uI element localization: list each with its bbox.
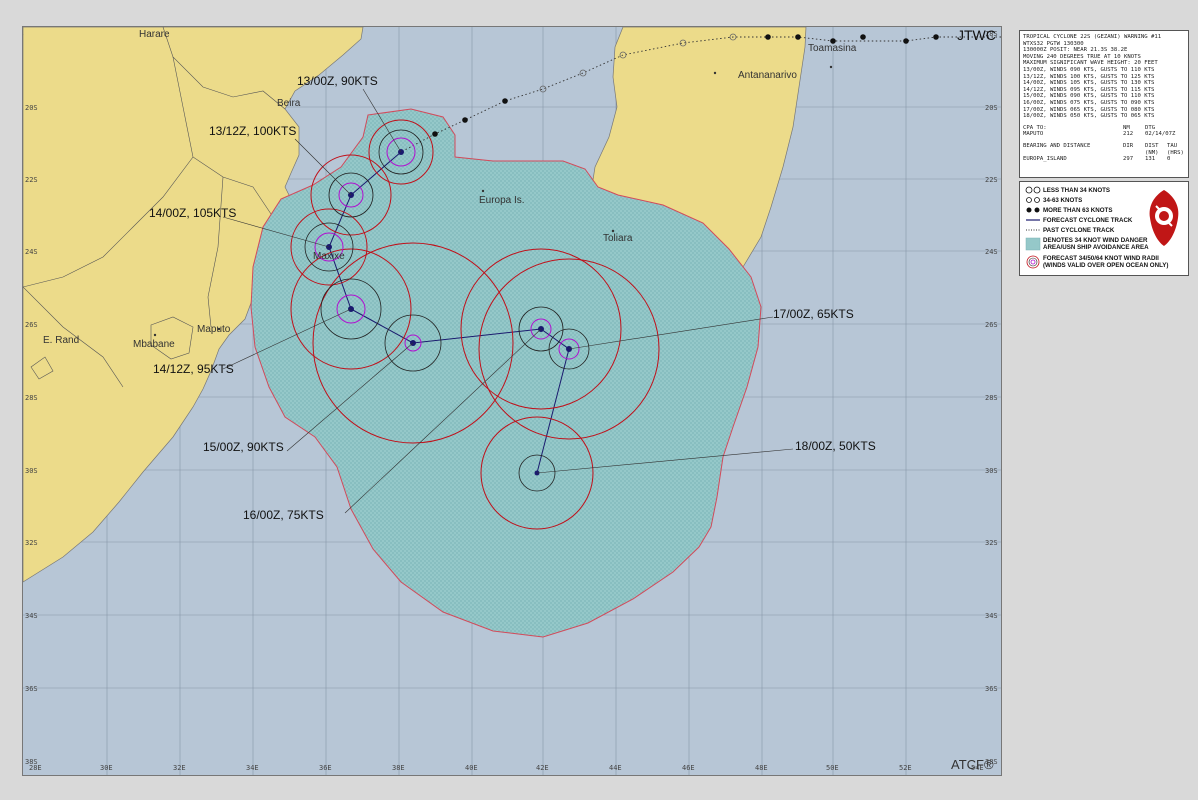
svg-text:50E: 50E [826,764,839,772]
svg-text:38E: 38E [392,764,405,772]
place-maxixe: Maxixe [313,251,345,262]
svg-text:26S: 26S [985,321,998,329]
info-line: TROPICAL CYCLONE 22S (GEZANI) WARNING #1… [1023,34,1162,40]
svg-text:38S: 38S [25,758,38,766]
svg-text:52E: 52E [899,764,912,772]
place-toliara: Toliara [603,233,633,244]
lon-axis-labels: 28E 30E 32E 34E 36E 38E 40E 42E 44E 46E … [29,764,984,772]
svg-text:32S: 32S [985,539,998,547]
svg-text:22S: 22S [985,176,998,184]
info-line: 14/00Z, WINDS 105 KTS, GUSTS TO 130 KTS [1023,80,1155,87]
fcst-label-17-00z: 17/00Z, 65KTS [773,307,854,321]
svg-text:34S: 34S [25,612,38,620]
svg-text:20S: 20S [985,104,998,112]
svg-text:34E: 34E [246,764,259,772]
map-canvas: Harare Beira Antananarivo Toamasina Euro… [23,27,1001,775]
place-maputo: Maputo [197,324,231,335]
place-beira: Beira [277,98,301,109]
fcst-label-16-00z: 16/00Z, 75KTS [243,508,324,522]
svg-text:46E: 46E [682,764,695,772]
cpa-row: MAPUTO 212 02/14/07Z [1023,131,1176,138]
info-line: 13/12Z, WINDS 100 KTS, GUSTS TO 125 KTS [1023,73,1155,80]
fcst-label-13-12z: 13/12Z, 100KTS [209,124,296,138]
bearing-row: EUROPA_ISLAND 297 131 0 [1023,156,1171,163]
dotted-line-icon [1023,226,1043,234]
svg-text:36E: 36E [319,764,332,772]
svg-text:32S: 32S [25,539,38,547]
svg-text:40E: 40E [465,764,478,772]
info-line: 130000Z POSIT: NEAR 21.3S 38.2E [1023,47,1128,54]
jtwc-logo-icon [1149,190,1179,246]
svg-text:22S: 22S [25,176,38,184]
cpa-header: CPA TO: NM DTG [1023,124,1156,131]
svg-text:24S: 24S [985,248,998,256]
legend-item: FORECAST 34/50/64 KNOT WIND RADII (WINDS… [1023,253,1185,271]
info-line: 13/00Z, WINDS 090 KTS, GUSTS TO 110 KTS [1023,66,1155,73]
place-harare: Harare [139,29,170,40]
place-erand: E. Rand [43,335,79,346]
bearing-header: BEARING AND DISTANCE DIR DIST TAU [1023,142,1178,149]
info-line: 14/12Z, WINDS 095 KTS, GUSTS TO 115 KTS [1023,86,1155,93]
place-mbabane: Mbabane [133,339,175,350]
info-line: 17/00Z, WINDS 065 KTS, GUSTS TO 080 KTS [1023,106,1155,113]
place-europa: Europa Is. [479,195,525,206]
warning-info-box: TROPICAL CYCLONE 22S (GEZANI) WARNING #1… [1019,30,1189,178]
agency-label: JTWC [957,27,996,43]
svg-text:44E: 44E [609,764,622,772]
svg-text:30S: 30S [985,467,998,475]
svg-text:30S: 30S [25,467,38,475]
svg-text:26S: 26S [25,321,38,329]
place-antananarivo: Antananarivo [738,70,797,81]
solid-line-icon [1023,216,1043,224]
map-frame: Harare Beira Antananarivo Toamasina Euro… [22,26,1002,776]
svg-text:42E: 42E [536,764,549,772]
legend-box: LESS THAN 34 KNOTS 34-63 KNOTS MORE THAN… [1019,181,1189,276]
filled-storm-icon [1023,206,1043,214]
svg-text:36S: 36S [25,685,38,693]
fcst-label-14-00z: 14/00Z, 105KTS [149,206,236,220]
hatch-swatch-icon [1023,237,1043,251]
svg-text:30E: 30E [100,764,113,772]
svg-text:20S: 20S [25,104,38,112]
svg-text:34S: 34S [985,612,998,620]
bearing-units: (NM) (HRS) [1145,149,1184,156]
lat-axis-labels-right: 18S 20S 22S 24S 26S 28S 30S 32S 34S 36S … [985,30,998,766]
svg-text:48E: 48E [755,764,768,772]
svg-text:36S: 36S [985,685,998,693]
svg-text:28S: 28S [25,394,38,402]
fcst-label-14-12z: 14/12Z, 95KTS [153,362,234,376]
info-line: 16/00Z, WINDS 075 KTS, GUSTS TO 090 KTS [1023,99,1155,106]
wind-radii-icon [1023,255,1043,269]
info-line: 18/00Z, WINDS 050 KTS, GUSTS TO 065 KTS [1023,113,1155,120]
info-line: 15/00Z, WINDS 090 KTS, GUSTS TO 110 KTS [1023,93,1155,100]
info-line: WTXS32 PGTW 130300 [1023,40,1084,47]
svg-text:32E: 32E [173,764,186,772]
storm-symbol-icon [1023,196,1043,204]
svg-text:24S: 24S [25,248,38,256]
place-toamasina: Toamasina [808,43,857,54]
fcst-label-15-00z: 15/00Z, 90KTS [203,440,284,454]
empty-circle-icon [1023,186,1043,194]
fcst-label-18-00z: 18/00Z, 50KTS [795,439,876,453]
fcst-label-13-00z: 13/00Z, 90KTS [297,74,378,88]
info-line: MAXIMUM SIGNIFICANT WAVE HEIGHT: 20 FEET [1023,60,1158,67]
atcf-footer: ATCF® [951,757,994,772]
info-line: MOVING 240 DEGREES TRUE AT 10 KNOTS [1023,53,1141,60]
svg-text:28S: 28S [985,394,998,402]
svg-text:18S: 18S [23,30,24,38]
